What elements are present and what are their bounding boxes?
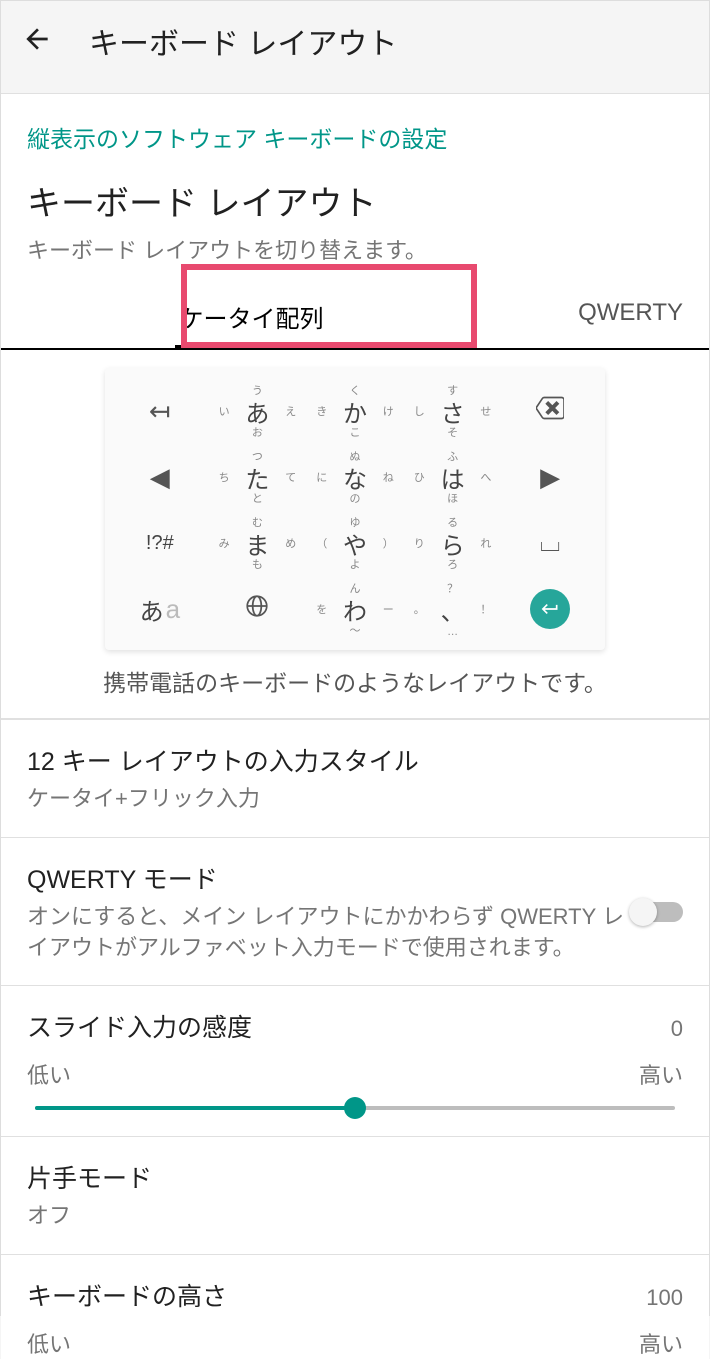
key-a[interactable]: ういあえお [209,378,307,444]
layout-section: 縦表示のソフトウェア キーボードの設定 キーボード レイアウト キーボード レイ… [1,93,709,719]
key-left[interactable]: ◀ [111,444,209,510]
enter-icon [530,589,570,629]
item-keyboard-height[interactable]: キーボードの高さ 100 低い 高い [1,1255,709,1359]
tab-keitai[interactable]: ケータイ配列 [98,279,404,348]
globe-icon [244,593,270,626]
item-slide-sensitivity[interactable]: スライド入力の感度 0 低い 高い [1,986,709,1137]
key-globe[interactable] [209,576,307,642]
key-ta[interactable]: つちたてと [209,444,307,510]
key-ya[interactable]: ゆ（や）よ [306,510,404,576]
section-subtitle: キーボード レイアウトを切り替えます。 [27,233,683,265]
key-enter[interactable] [501,576,599,642]
item-subtitle: オンにすると、メイン レイアウトにかかわらず QWERTY レイアウトがアルファ… [27,902,631,964]
key-backspace[interactable] [501,378,599,444]
backspace-icon [536,394,564,429]
arrow-left-icon [21,23,53,55]
item-subtitle: ケータイ+フリック入力 [27,784,683,815]
slider-thumb[interactable] [344,1097,366,1119]
tab-label: ケータイ配列 [180,306,324,333]
key-ma[interactable]: むみまめも [209,510,307,576]
key-punct[interactable]: ？。、！… [404,576,502,642]
item-12key-style[interactable]: 12 キー レイアウトの入力スタイル ケータイ+フリック入力 [1,719,709,838]
keyboard-preview: ↤ ういあえお くきかけこ すしさせそ ◀ つちたてと ぬになねの ふひはへほ … [105,368,605,650]
preview-caption: 携帯電話のキーボードのようなレイアウトです。 [27,664,683,698]
app-header: キーボード レイアウト [1,1,709,81]
tab-qwerty[interactable]: QWERTY [405,279,709,348]
item-title: QWERTY モード [27,860,631,896]
section-label: 縦表示のソフトウェア キーボードの設定 [27,120,683,154]
key-mode[interactable]: あa [111,576,209,642]
triangle-right-icon: ▶ [540,462,560,493]
slide-value: 0 [671,1016,683,1042]
page-title: キーボード レイアウト [89,19,397,63]
item-qwerty-mode[interactable]: QWERTY モード オンにすると、メイン レイアウトにかかわらず QWERTY… [1,838,709,987]
key-wa[interactable]: んをわー〜 [306,576,404,642]
key-ka[interactable]: くきかけこ [306,378,404,444]
height-value: 100 [646,1285,683,1311]
space-icon: ⌴ [540,527,561,559]
key-right[interactable]: ▶ [501,444,599,510]
slider-low-label: 低い [27,1058,71,1090]
slider-high-label: 高い [639,1058,683,1090]
item-title: スライド入力の感度 [27,1008,252,1044]
item-title: 12 キー レイアウトの入力スタイル [27,742,683,778]
key-na[interactable]: ぬになねの [306,444,404,510]
back-button[interactable] [21,23,61,60]
key-ha[interactable]: ふひはへほ [404,444,502,510]
undo-arrow-icon: ↤ [149,396,171,427]
key-symbols[interactable]: !?# [111,510,209,576]
layout-tabs: ケータイ配列 QWERTY [1,279,709,350]
slider-high-label: 高い [639,1327,683,1359]
key-undo[interactable]: ↤ [111,378,209,444]
tab-label: QWERTY [578,299,683,326]
key-ra[interactable]: るりられろ [404,510,502,576]
qwerty-mode-switch[interactable] [631,902,683,922]
slide-slider[interactable] [35,1106,675,1110]
item-subtitle: オフ [27,1201,683,1232]
item-title: キーボードの高さ [27,1277,227,1313]
item-onehand-mode[interactable]: 片手モード オフ [1,1137,709,1255]
triangle-left-icon: ◀ [150,462,170,493]
section-title: キーボード レイアウト [27,176,683,225]
slider-fill [35,1106,355,1110]
key-space[interactable]: ⌴ [501,510,599,576]
slider-low-label: 低い [27,1327,71,1359]
item-title: 片手モード [27,1159,683,1195]
key-sa[interactable]: すしさせそ [404,378,502,444]
